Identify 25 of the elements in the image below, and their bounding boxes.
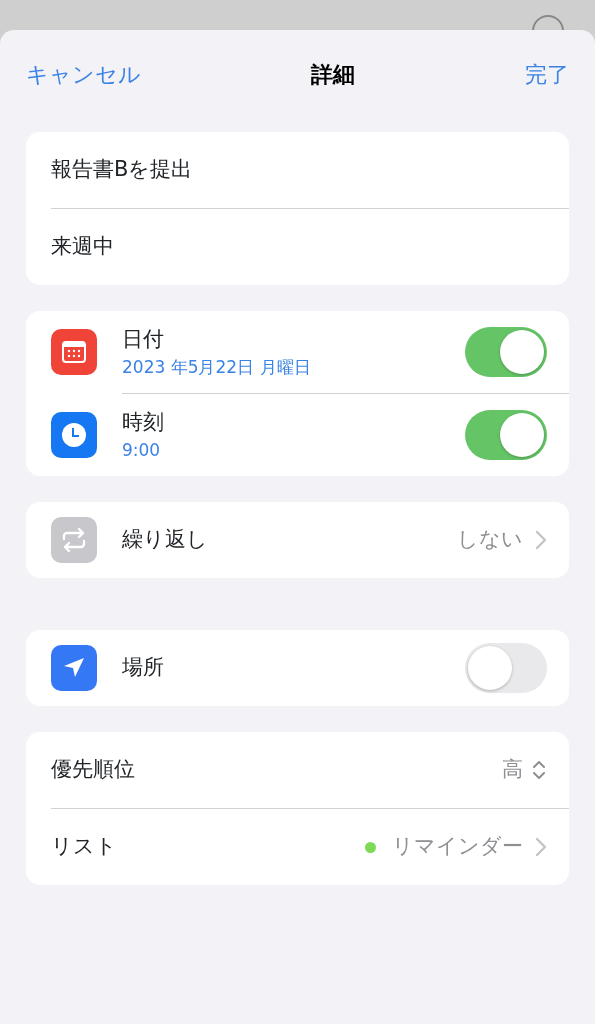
- row-label: 日付: [122, 325, 165, 353]
- row-detail: 9:00: [122, 439, 162, 462]
- repeat-icon: [51, 517, 97, 563]
- cancel-button[interactable]: キャンセル: [26, 57, 141, 91]
- row-label: 時刻: [122, 408, 165, 436]
- row-value[interactable]: リマインダー: [392, 831, 523, 863]
- clock-icon: [51, 412, 97, 458]
- row-value[interactable]: 高: [502, 754, 523, 786]
- row-label: 場所: [122, 654, 165, 682]
- up-down-chevron-icon: [531, 759, 547, 781]
- done-button[interactable]: 完了: [525, 57, 569, 91]
- chevron-right-icon: [535, 837, 547, 857]
- notes-field[interactable]: 来週中: [26, 209, 569, 285]
- row-detail: 2023 年5月22日 月曜日: [122, 356, 312, 379]
- toggle-switch[interactable]: [465, 643, 547, 693]
- calendar-icon: [51, 329, 97, 375]
- row-label: 優先順位: [51, 756, 136, 784]
- row-value[interactable]: しない: [457, 524, 523, 556]
- toggle-switch[interactable]: [465, 410, 547, 460]
- sheet-title: 詳細: [311, 60, 355, 89]
- row-label: リスト: [51, 833, 118, 861]
- chevron-right-icon: [535, 530, 547, 550]
- row-label: 繰り返し: [122, 526, 209, 554]
- toggle-switch[interactable]: [465, 327, 547, 377]
- title-field[interactable]: 報告書Bを提出: [26, 132, 569, 208]
